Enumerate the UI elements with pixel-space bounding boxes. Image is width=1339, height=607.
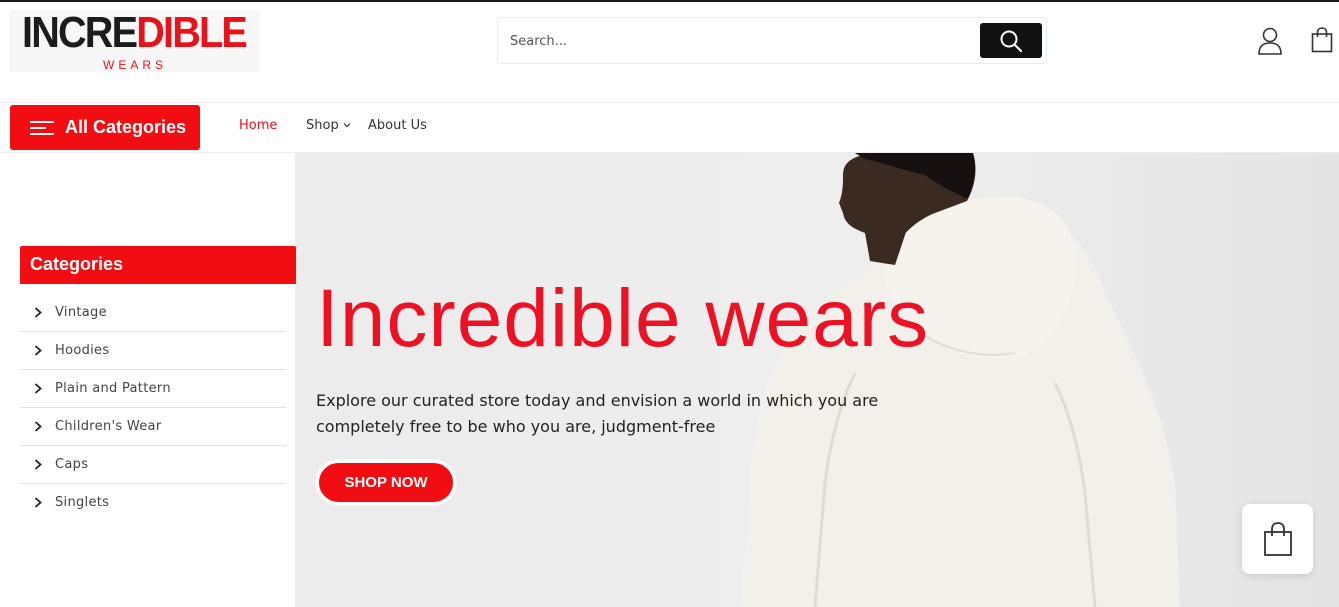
shopping-bag-icon[interactable] xyxy=(1311,27,1333,53)
search-icon xyxy=(1000,30,1023,52)
search-button[interactable] xyxy=(980,23,1042,58)
sidebar-item-label: Caps xyxy=(55,457,89,472)
header-divider xyxy=(0,102,1339,103)
floating-cart-button[interactable] xyxy=(1242,504,1313,574)
categories-title: Categories xyxy=(30,254,124,274)
categories-list: Vintage Hoodies Plain and Pattern Childr… xyxy=(20,294,286,522)
sidebar-item-childrens-wear[interactable]: Children's Wear xyxy=(20,408,286,446)
menu-icon xyxy=(30,120,54,135)
chevron-right-icon xyxy=(34,459,42,470)
sidebar-item-label: Plain and Pattern xyxy=(55,381,171,396)
all-categories-label: All Categories xyxy=(65,117,187,137)
sidebar-item-label: Singlets xyxy=(55,495,110,510)
nav-shop[interactable]: Shop xyxy=(306,118,339,133)
hero-subtitle: Explore our curated store today and envi… xyxy=(316,391,879,436)
nav-about-us[interactable]: About Us xyxy=(368,118,427,133)
shop-now-button[interactable]: SHOP NOW xyxy=(316,460,456,505)
hoodie-model-image xyxy=(740,153,1180,607)
sidebar-item-label: Vintage xyxy=(55,305,107,320)
all-categories-button[interactable]: All Categories xyxy=(10,105,200,150)
sidebar-item-plain-and-pattern[interactable]: Plain and Pattern xyxy=(20,370,286,408)
search-bar xyxy=(497,17,1047,64)
sidebar-item-hoodies[interactable]: Hoodies xyxy=(20,332,286,370)
chevron-right-icon xyxy=(34,345,42,356)
logo-subtitle: WEARS xyxy=(103,58,168,72)
sidebar-item-singlets[interactable]: Singlets xyxy=(20,484,286,522)
chevron-right-icon xyxy=(34,421,42,432)
nav-home[interactable]: Home xyxy=(239,118,277,133)
chevron-right-icon xyxy=(34,497,42,508)
chevron-right-icon xyxy=(34,383,42,394)
sidebar-item-caps[interactable]: Caps xyxy=(20,446,286,484)
hero-banner xyxy=(295,153,1339,607)
chevron-right-icon xyxy=(34,307,42,318)
user-icon[interactable] xyxy=(1257,27,1283,55)
shopping-bag-icon xyxy=(1263,522,1292,556)
top-border xyxy=(0,0,1339,2)
sidebar-item-label: Children's Wear xyxy=(55,419,162,434)
sidebar-item-vintage[interactable]: Vintage xyxy=(20,294,286,332)
hero-title: Incredible wears xyxy=(316,273,930,364)
logo-wordmark: INCREDIBLE xyxy=(22,8,248,57)
sidebar-item-label: Hoodies xyxy=(55,343,110,358)
search-input[interactable] xyxy=(510,28,970,54)
chevron-down-icon[interactable] xyxy=(343,121,351,129)
categories-header: Categories xyxy=(20,246,296,284)
brand-logo[interactable]: INCREDIBLE WEARS xyxy=(10,10,260,72)
